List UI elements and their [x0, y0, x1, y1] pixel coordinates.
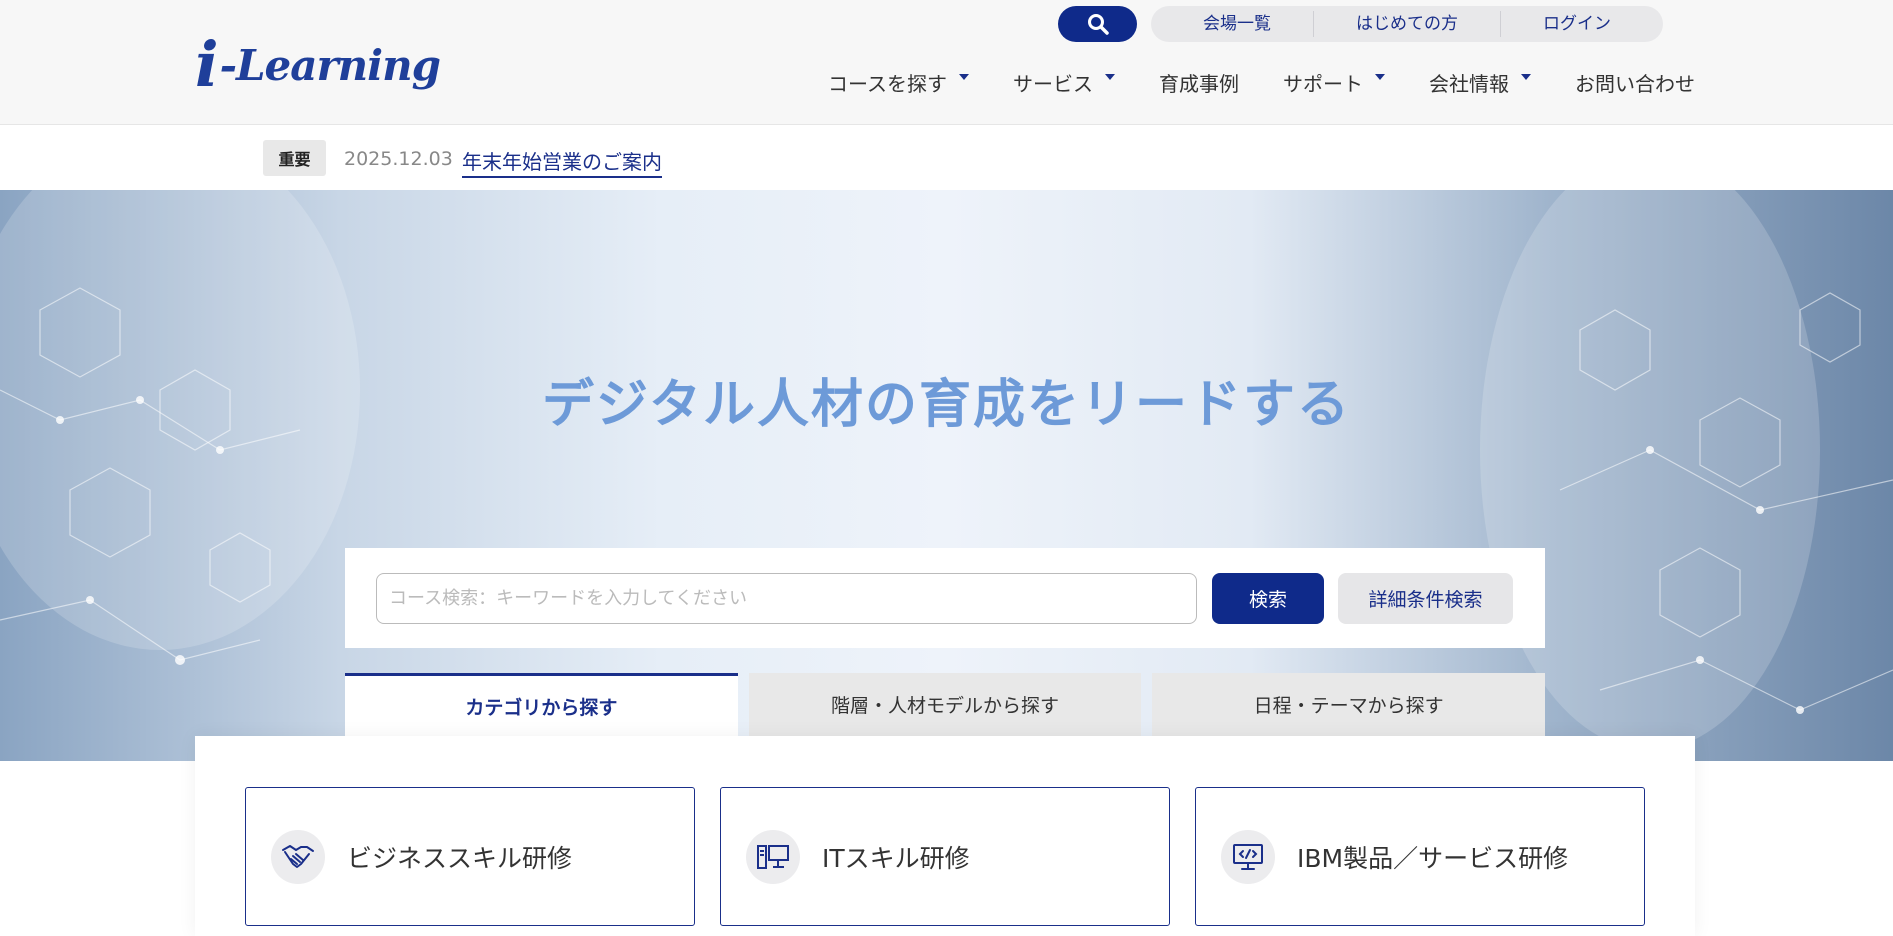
hero-banner: デジタル人材の育成をリードする 検索 詳細条件検索 カテゴリから探す 階層・人材…	[0, 190, 1893, 761]
site-header: i-Learning 会場一覧 はじめての方 ログイン コースを探す サービス …	[0, 0, 1893, 125]
tab-hierarchy-model[interactable]: 階層・人材モデルから探す	[748, 673, 1142, 736]
utility-bar: 会場一覧 はじめての方 ログイン	[1058, 6, 1663, 42]
handshake-icon	[271, 829, 325, 884]
nav-item-find-course[interactable]: コースを探す	[828, 68, 969, 97]
site-logo[interactable]: i-Learning	[195, 22, 441, 101]
search-tabs: カテゴリから探す 階層・人材モデルから探す 日程・テーマから探す	[345, 673, 1546, 736]
search-submit-button[interactable]: 検索	[1212, 573, 1324, 624]
caret-down-icon	[1105, 73, 1115, 80]
nav-item-contact[interactable]: お問い合わせ	[1575, 68, 1695, 97]
header-search-button[interactable]	[1058, 6, 1137, 42]
util-link-first-time[interactable]: はじめての方	[1314, 11, 1501, 37]
notice-date: 2025.12.03	[344, 148, 453, 170]
category-label: IBM製品／サービス研修	[1297, 843, 1569, 873]
category-panel: ビジネススキル研修 ITスキル研修 IBM製品／サービス研修	[195, 736, 1695, 936]
monitor-code-icon	[1221, 829, 1275, 884]
tab-schedule-theme[interactable]: 日程・テーマから探す	[1152, 673, 1546, 736]
nav-item-services[interactable]: サービス	[1013, 68, 1115, 97]
utility-links: 会場一覧 はじめての方 ログイン	[1151, 6, 1663, 42]
important-badge: 重要	[263, 140, 326, 176]
category-card-ibm[interactable]: IBM製品／サービス研修	[1195, 787, 1645, 926]
course-search-box: 検索 詳細条件検索	[345, 548, 1545, 648]
nav-item-support[interactable]: サポート	[1283, 68, 1385, 97]
notice-bar: 重要 2025.12.03 年末年始営業のご案内	[0, 125, 1893, 190]
category-label: ITスキル研修	[822, 843, 970, 873]
advanced-search-button[interactable]: 詳細条件検索	[1338, 573, 1513, 624]
caret-down-icon	[1375, 73, 1385, 80]
nav-item-case-studies[interactable]: 育成事例	[1159, 68, 1239, 97]
caret-down-icon	[1521, 73, 1531, 80]
category-cards: ビジネススキル研修 ITスキル研修 IBM製品／サービス研修	[245, 787, 1645, 926]
category-label: ビジネススキル研修	[347, 843, 573, 873]
computer-icon	[746, 829, 800, 884]
notice-link[interactable]: 年末年始営業のご案内	[462, 146, 662, 178]
main-navigation: コースを探す サービス 育成事例 サポート 会社情報 お問い合わせ	[784, 68, 1695, 97]
caret-down-icon	[959, 73, 969, 80]
hero-title: デジタル人材の育成をリードする	[542, 375, 1351, 435]
course-search-input[interactable]	[376, 573, 1197, 624]
tab-category[interactable]: カテゴリから探す	[345, 673, 738, 736]
logo-wordmark: i-Learning	[195, 27, 441, 101]
nav-item-company[interactable]: 会社情報	[1429, 68, 1531, 97]
category-card-it[interactable]: ITスキル研修	[720, 787, 1170, 926]
util-link-venues[interactable]: 会場一覧	[1161, 11, 1314, 37]
category-card-business[interactable]: ビジネススキル研修	[245, 787, 695, 926]
util-link-login[interactable]: ログイン	[1501, 11, 1653, 37]
search-icon	[1087, 14, 1109, 35]
